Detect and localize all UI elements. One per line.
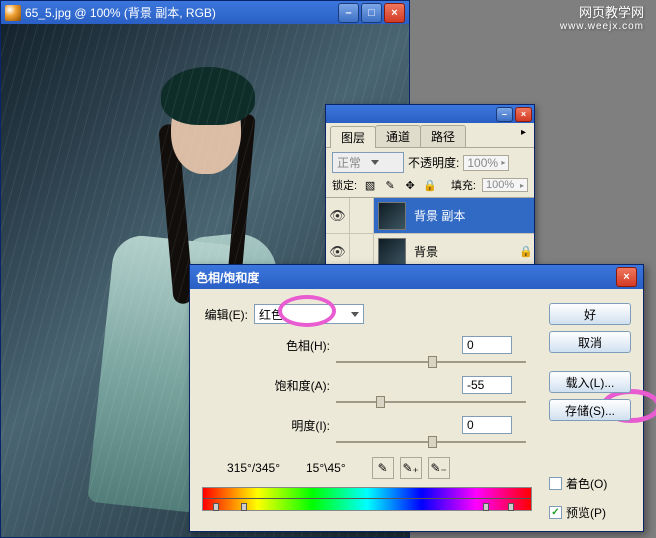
- colorize-checkbox[interactable]: 着色(O): [549, 475, 631, 492]
- lightness-label: 明度(I):: [272, 417, 330, 434]
- cancel-button[interactable]: 取消: [549, 331, 631, 353]
- doc-icon: [5, 5, 21, 21]
- lock-label: 锁定:: [332, 177, 357, 193]
- lock-icon: 🔒: [518, 245, 534, 258]
- save-button[interactable]: 存储(S)...: [549, 399, 631, 421]
- tab-channels[interactable]: 通道: [375, 125, 421, 147]
- dialog-close-button[interactable]: ×: [616, 267, 637, 287]
- blend-mode-select[interactable]: 正常: [332, 152, 404, 173]
- close-button[interactable]: ×: [384, 3, 405, 23]
- fill-value[interactable]: 100%▸: [482, 178, 528, 192]
- ok-button[interactable]: 好: [549, 303, 631, 325]
- tab-paths[interactable]: 路径: [420, 125, 466, 147]
- dialog-title: 色相/饱和度: [196, 269, 616, 286]
- opacity-value[interactable]: 100%▸: [463, 155, 509, 171]
- lightness-slider[interactable]: [336, 435, 526, 449]
- layer-name[interactable]: 背景 副本: [410, 207, 534, 224]
- layer-thumb[interactable]: [378, 238, 406, 266]
- range-left: 315°/345°: [202, 461, 280, 475]
- saturation-label: 饱和度(A):: [272, 377, 330, 394]
- saturation-input[interactable]: -55: [462, 376, 512, 394]
- watermark-top: 网页教学网 www.weejx.com: [560, 6, 644, 34]
- hue-saturation-dialog: 色相/饱和度 × 编辑(E): 红色 色相(H): 0 饱和度(A): -55 …: [189, 264, 644, 532]
- layers-panel: – × 图层 通道 路径 ▸ 正常 不透明度: 100%▸ 锁定: ▧ ✎ ✥ …: [325, 104, 535, 269]
- hue-slider[interactable]: [336, 355, 526, 369]
- panel-minimize-button[interactable]: –: [496, 107, 513, 122]
- maximize-button[interactable]: □: [361, 3, 382, 23]
- edit-label: 编辑(E):: [202, 306, 248, 323]
- tab-layers[interactable]: 图层: [330, 126, 376, 148]
- lock-pixels-icon[interactable]: ✎: [383, 179, 397, 192]
- lightness-input[interactable]: 0: [462, 416, 512, 434]
- panel-close-button[interactable]: ×: [515, 107, 532, 122]
- preview-checkbox[interactable]: ✓预览(P): [549, 504, 631, 521]
- lock-transparency-icon[interactable]: ▧: [363, 179, 377, 192]
- doc-title: 65_5.jpg @ 100% (背景 副本, RGB): [25, 4, 338, 21]
- eyedropper-icon[interactable]: ✎: [372, 457, 394, 479]
- hue-input[interactable]: 0: [462, 336, 512, 354]
- layer-row[interactable]: 👁 背景 副本: [326, 198, 534, 234]
- opacity-label: 不透明度:: [408, 154, 459, 171]
- doc-titlebar[interactable]: 65_5.jpg @ 100% (背景 副本, RGB) – □ ×: [1, 1, 409, 24]
- layer-name[interactable]: 背景: [410, 243, 518, 260]
- lock-position-icon[interactable]: ✥: [403, 179, 417, 192]
- lock-all-icon[interactable]: 🔒: [423, 179, 437, 192]
- link-cell[interactable]: [350, 198, 374, 233]
- hue-label: 色相(H):: [272, 337, 330, 354]
- edit-select[interactable]: 红色: [254, 304, 364, 324]
- range-right: 15°\45°: [306, 461, 346, 475]
- eyedropper-minus-icon[interactable]: ✎₋: [428, 457, 450, 479]
- layer-thumb[interactable]: [378, 202, 406, 230]
- load-button[interactable]: 载入(L)...: [549, 371, 631, 393]
- eyedropper-plus-icon[interactable]: ✎₊: [400, 457, 422, 479]
- color-range-bar[interactable]: [202, 487, 532, 511]
- panel-menu-icon[interactable]: ▸: [517, 125, 530, 147]
- minimize-button[interactable]: –: [338, 3, 359, 23]
- saturation-slider[interactable]: [336, 395, 526, 409]
- panel-titlebar[interactable]: – ×: [326, 105, 534, 123]
- dialog-titlebar[interactable]: 色相/饱和度 ×: [190, 265, 643, 289]
- eye-icon[interactable]: 👁: [326, 198, 350, 233]
- fill-label: 填充:: [451, 177, 476, 193]
- layer-list: 👁 背景 副本 👁 背景 🔒: [326, 197, 534, 270]
